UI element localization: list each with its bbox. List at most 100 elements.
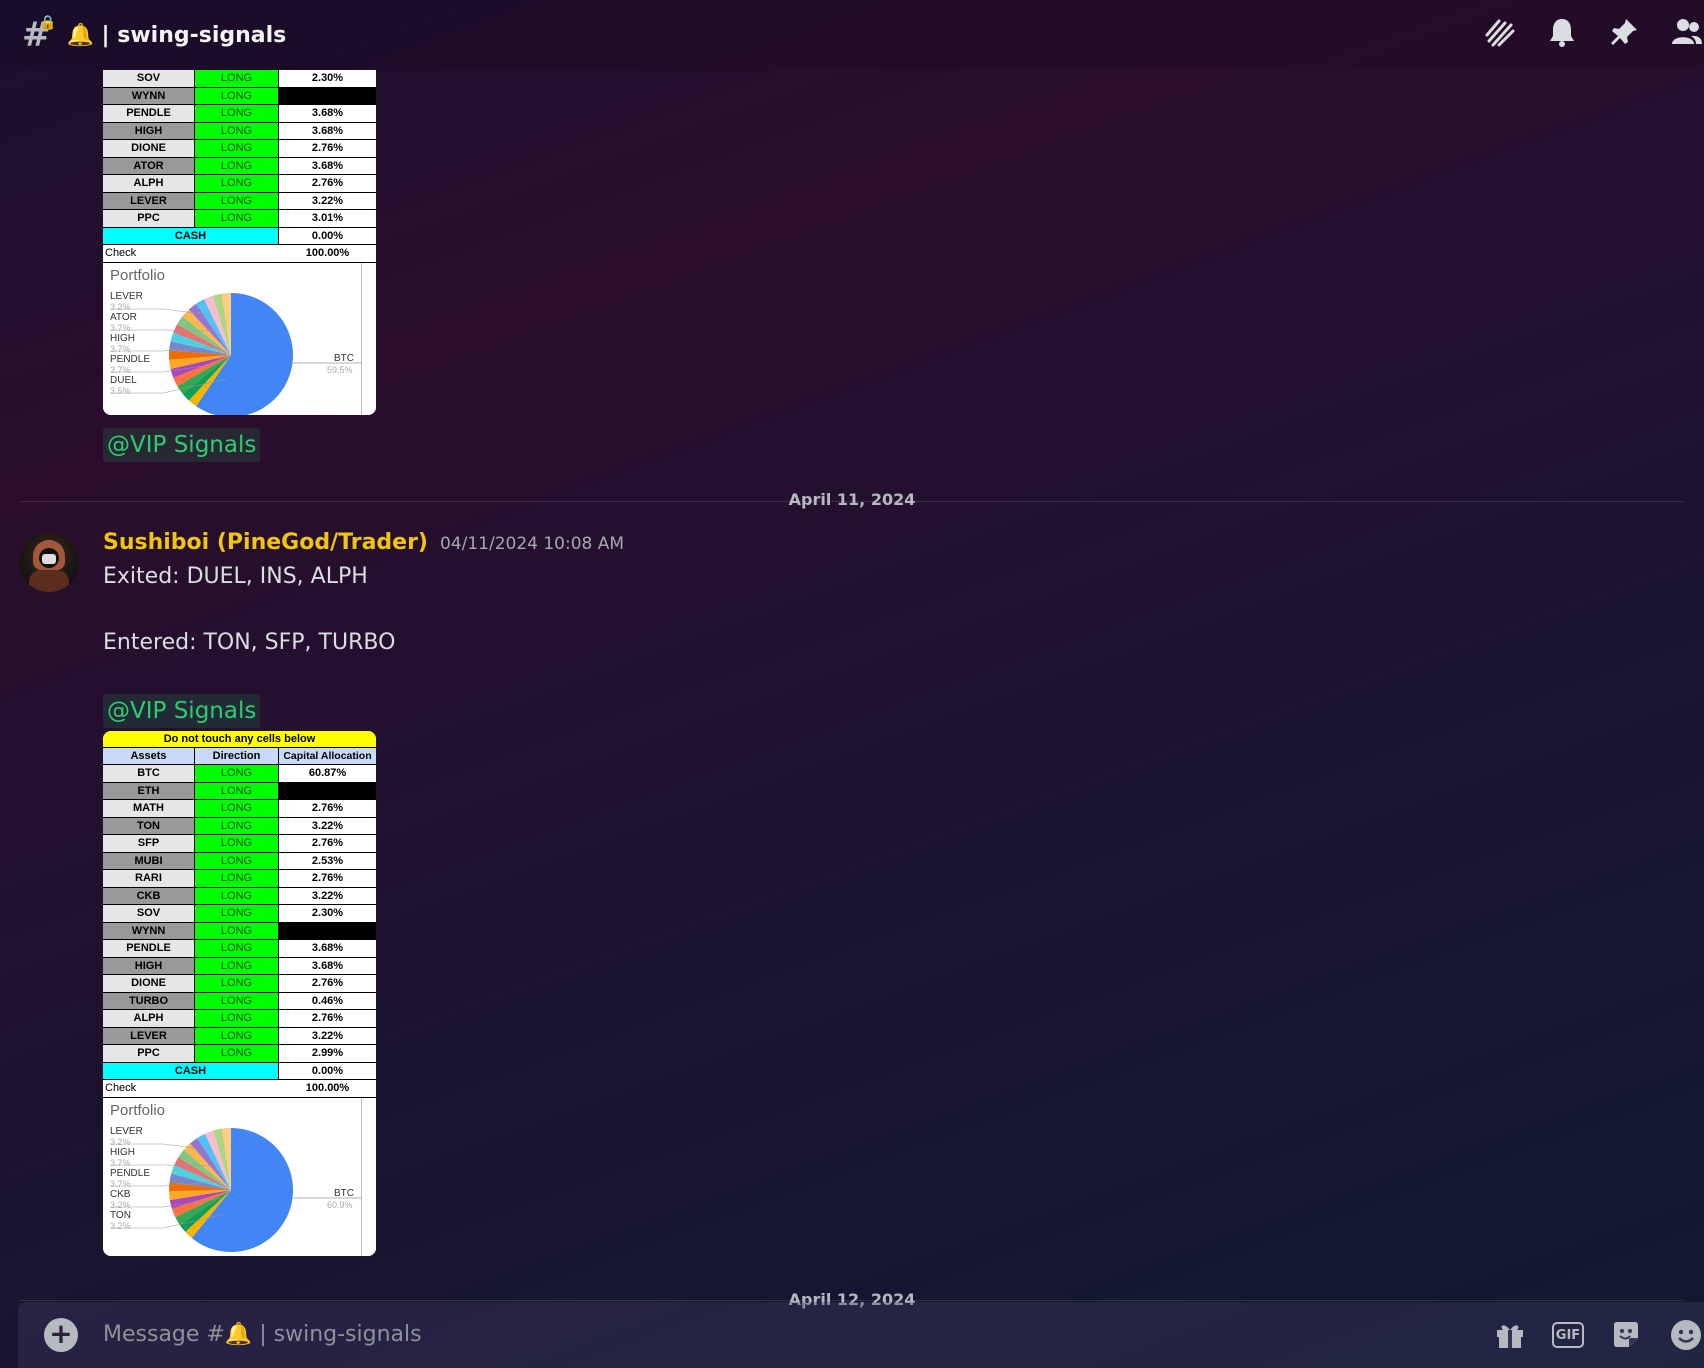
sheet-row-high: HIGH LONG 3.68% (103, 122, 376, 140)
sheet-row-ton: TON LONG 3.22% (103, 817, 376, 835)
pie-label: CKB (110, 1188, 131, 1200)
check-value: 100.00% (305, 1082, 350, 1094)
cash-row: CASH 0.00% (103, 1062, 376, 1080)
allocation-cell: 0.46% (311, 994, 344, 1007)
message-timestamp: 04/11/2024 10:08 AM (439, 534, 625, 554)
allocation-cell: 3.22% (311, 889, 344, 902)
allocation-cell: 3.68% (311, 959, 344, 972)
asset-cell: TURBO (103, 992, 195, 1009)
sheet-row-lever: LEVER LONG 3.22% (103, 1027, 376, 1045)
asset-cell: DIONE (103, 140, 195, 157)
sheet-row-eth: ETH LONG (103, 782, 376, 800)
emoji-icon[interactable] (1668, 1318, 1704, 1352)
avatar[interactable] (19, 532, 79, 592)
direction-cell: LONG (195, 905, 279, 922)
check-row: Check 100.00% (103, 1080, 376, 1098)
direction-cell: LONG (195, 835, 279, 852)
sheet-rows: SOV LONG 2.30% WYNN LONG PENDLE LONG 3.68% HIGH L… (103, 70, 376, 228)
asset-cell: SOV (103, 905, 195, 922)
add-attachment-icon[interactable]: + (44, 1318, 78, 1352)
asset-cell: MATH (103, 800, 195, 817)
direction-cell: LONG (195, 975, 279, 992)
header-allocation: Capital Allocation (279, 748, 376, 764)
allocation-cell: 2.76% (311, 977, 344, 989)
pie-label-percent: 3.5% (110, 385, 131, 396)
direction-cell: LONG (195, 870, 279, 887)
author-name[interactable]: Sushiboi (PineGod/Trader) (103, 530, 428, 555)
pie-label: DUEL (110, 374, 137, 386)
asset-cell: MUBI (103, 852, 195, 869)
date-label: April 11, 2024 (788, 490, 916, 509)
portfolio-sheet-image-2[interactable]: Do not touch any cells below Assets Dire… (103, 731, 376, 1256)
direction-cell: LONG (195, 140, 279, 157)
role-mention[interactable]: @VIP Signals (103, 428, 261, 462)
direction-cell: LONG (195, 70, 279, 87)
asset-cell: WYNN (103, 87, 195, 104)
asset-cell: ALPH (103, 175, 195, 192)
threads-icon[interactable] (1482, 14, 1518, 50)
bell-icon[interactable] (1544, 14, 1580, 50)
sheet-row-ppc: PPC LONG 3.01% (103, 210, 376, 228)
sheet-row-wynn: WYNN LONG (103, 922, 376, 940)
asset-cell: HIGH (103, 122, 195, 139)
asset-cell: ALPH (103, 1010, 195, 1027)
direction-cell: LONG (195, 1027, 279, 1044)
locked-channel-hash-icon: # 🔒 (22, 15, 57, 55)
allocation-cell: 3.68% (311, 107, 344, 119)
pie-label-percent: 3.2% (110, 1220, 131, 1231)
gift-icon[interactable] (1492, 1318, 1528, 1352)
allocation-cell (279, 782, 376, 799)
sheet-row-pendle: PENDLE LONG 3.68% (103, 940, 376, 958)
sheet-banner: Do not touch any cells below (103, 731, 376, 748)
pie-label: ATOR (110, 311, 137, 323)
asset-cell: LEVER (103, 1027, 195, 1044)
message-input[interactable]: Message #🔔 | swing-signals (103, 1322, 422, 1347)
sticker-icon[interactable] (1608, 1318, 1644, 1352)
pie-label-percent: 3.2% (110, 1199, 131, 1210)
allocation-cell (279, 922, 376, 939)
asset-cell: LEVER (103, 192, 195, 209)
sheet-row-lever: LEVER LONG 3.22% (103, 192, 376, 210)
cash-row: CASH 0.00% (103, 227, 376, 245)
allocation-cell: 2.76% (311, 1012, 344, 1024)
message-composer: + Message #🔔 | swing-signals GIF (18, 1302, 1704, 1368)
direction-cell: LONG (195, 922, 279, 939)
channel-header: # 🔒 🔔 | swing-signals (0, 0, 1704, 70)
gif-icon[interactable]: GIF (1552, 1322, 1584, 1348)
sheet-row-rari: RARI LONG 2.76% (103, 870, 376, 888)
asset-cell: PPC (103, 210, 195, 227)
allocation-cell: 3.68% (311, 159, 344, 172)
sheet-row-sov: SOV LONG 2.30% (103, 905, 376, 923)
allocation-cell: 3.68% (311, 124, 344, 137)
allocation-cell (279, 87, 376, 104)
direction-cell: LONG (195, 157, 279, 174)
sheet-row-turbo: TURBO LONG 0.46% (103, 992, 376, 1010)
check-label: Check (105, 247, 137, 259)
message-header: Sushiboi (PineGod/Trader) 04/11/2024 10:… (103, 530, 624, 555)
asset-cell: BTC (103, 765, 195, 782)
sheet-row-math: MATH LONG 2.76% (103, 800, 376, 818)
direction-cell: LONG (195, 887, 279, 904)
role-mention[interactable]: @VIP Signals (103, 694, 261, 728)
allocation-cell: 3.68% (311, 942, 344, 954)
direction-cell: LONG (195, 992, 279, 1009)
members-icon[interactable] (1668, 14, 1704, 50)
direction-cell: LONG (195, 122, 279, 139)
allocation-cell: 2.76% (311, 142, 344, 154)
portfolio-sheet-image-1[interactable]: SOV LONG 2.30% WYNN LONG PENDLE LONG 3.68% HIGH L… (103, 70, 376, 415)
sheet-row-dione: DIONE LONG 2.76% (103, 140, 376, 158)
direction-cell: LONG (195, 175, 279, 192)
asset-cell: SOV (103, 70, 195, 87)
cash-label: CASH (103, 1062, 279, 1079)
check-label: Check (105, 1082, 137, 1094)
allocation-cell: 3.22% (311, 194, 344, 207)
pie-label: HIGH (110, 332, 135, 344)
pin-icon[interactable] (1606, 14, 1642, 50)
direction-cell: LONG (195, 105, 279, 122)
sheet-row-ckb: CKB LONG 3.22% (103, 887, 376, 905)
direction-cell: LONG (195, 852, 279, 869)
pie-label-percent: 3.7% (110, 1157, 131, 1168)
sheet-rows: BTC LONG 60.87% ETH LONG MATH LONG 2.76% TON LONG… (103, 765, 376, 1063)
direction-cell: LONG (195, 817, 279, 834)
pie-label-percent: 3.7% (110, 322, 131, 333)
